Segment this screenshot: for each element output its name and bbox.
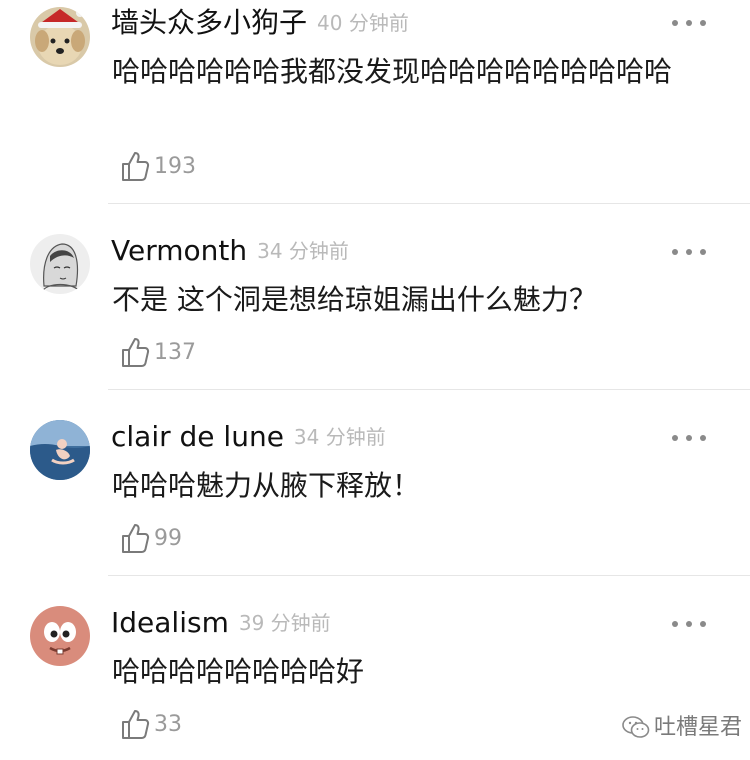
more-options-icon[interactable] xyxy=(672,619,706,629)
username[interactable]: 墙头众多小狗子 40 分钟前 xyxy=(111,6,409,40)
sketch-portrait-icon xyxy=(30,234,90,294)
thumbs-up-icon xyxy=(122,524,150,553)
timestamp: 40 分钟前 xyxy=(317,11,409,35)
more-options-icon[interactable] xyxy=(672,247,706,257)
more-options-icon[interactable] xyxy=(672,18,706,28)
username[interactable]: clair de lune 34 分钟前 xyxy=(111,420,386,454)
like-count: 99 xyxy=(154,526,182,551)
watermark-label: 吐槽星君 xyxy=(654,715,743,740)
thumbs-up-icon xyxy=(122,338,150,367)
avatar[interactable] xyxy=(30,420,90,480)
like-count: 193 xyxy=(154,154,196,179)
username[interactable]: Vermonth 34 分钟前 xyxy=(111,234,349,268)
comment-item: 墙头众多小狗子 40 分钟前 哈哈哈哈哈哈我都没发现哈哈哈哈哈哈哈哈哈 193 xyxy=(0,0,750,204)
avatar[interactable] xyxy=(30,7,90,67)
comment-text: 哈哈哈哈哈哈我都没发现哈哈哈哈哈哈哈哈哈 xyxy=(112,55,673,88)
more-options-icon[interactable] xyxy=(672,433,706,443)
avatar[interactable] xyxy=(30,234,90,294)
comment-item: Vermonth 34 分钟前 不是 这个洞是想给琼姐漏出什么魅力？ 137 xyxy=(0,204,750,390)
water-figure-icon xyxy=(30,420,90,480)
cartoon-face-icon xyxy=(30,606,90,666)
avatar[interactable] xyxy=(30,606,90,666)
comment-item: clair de lune 34 分钟前 哈哈哈魅力从腋下释放！ 99 xyxy=(0,390,750,576)
like-count: 33 xyxy=(154,712,182,737)
thumbs-up-icon xyxy=(122,152,150,181)
comment-text: 哈哈哈魅力从腋下释放！ xyxy=(112,469,421,502)
comment-text: 哈哈哈哈哈哈哈哈好 xyxy=(112,655,365,688)
timestamp: 34 分钟前 xyxy=(293,425,386,449)
like-count: 137 xyxy=(154,340,196,365)
timestamp: 39 分钟前 xyxy=(238,611,331,635)
timestamp: 34 分钟前 xyxy=(257,239,349,263)
comment-text: 不是 这个洞是想给琼姐漏出什么魅力？ xyxy=(112,283,597,316)
username[interactable]: Idealism 39 分钟前 xyxy=(111,606,331,640)
dog-avatar-icon xyxy=(30,7,90,67)
thumbs-up-icon xyxy=(122,710,150,739)
wechat-icon xyxy=(622,716,650,738)
